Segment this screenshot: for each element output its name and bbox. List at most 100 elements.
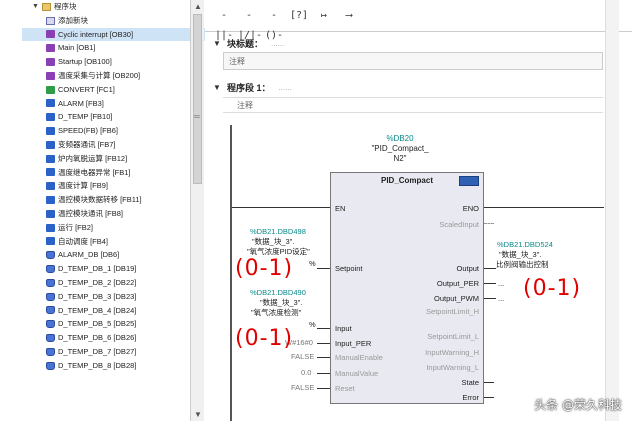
collapse-arrow-icon[interactable]: ▼ bbox=[32, 0, 42, 14]
no-contact-button[interactable]: -||- bbox=[213, 6, 235, 41]
block-comment-field[interactable]: 注释 bbox=[223, 52, 603, 70]
tree-item[interactable]: SPEED(FB) [FB6] bbox=[22, 124, 207, 138]
tree-item[interactable]: ALARM [FB3] bbox=[22, 97, 207, 111]
editor-scrollbar[interactable] bbox=[605, 0, 619, 421]
pin-reset[interactable]: Reset bbox=[335, 384, 355, 393]
pin-setpoint[interactable]: Setpoint bbox=[335, 264, 363, 273]
block-title-label: 块标题： bbox=[227, 38, 264, 49]
pin-input[interactable]: Input bbox=[335, 324, 352, 333]
tree-item-label: 温度采集与计算 [OB200] bbox=[58, 70, 141, 80]
annotation-setpoint-range: (0-1) bbox=[235, 256, 294, 281]
tree-item[interactable]: 温度采集与计算 [OB200] bbox=[22, 69, 207, 83]
output-pwm-operand[interactable]: ... bbox=[498, 294, 504, 303]
tree-item[interactable]: D_TEMP_DB_1 [DB19] bbox=[22, 262, 207, 276]
reset-operand[interactable]: FALSE bbox=[291, 383, 314, 392]
tree-item[interactable]: D_TEMP [FB10] bbox=[22, 110, 207, 124]
network-title-row[interactable]: ▼ 程序段 1： ...... bbox=[205, 80, 605, 94]
close-branch-button[interactable]: ⟶ bbox=[338, 6, 360, 26]
data-block-icon bbox=[46, 347, 55, 356]
pin-output[interactable]: Output bbox=[456, 264, 479, 273]
input-operand-name[interactable]: "氧气浓度检测" bbox=[251, 308, 301, 317]
fb-instance-label[interactable]: %DB20 "PID_Compact_ N2" bbox=[360, 134, 440, 164]
tree-item[interactable]: 温控模块数据转移 [FB11] bbox=[22, 193, 207, 207]
setpoint-wire bbox=[317, 268, 330, 269]
reset-wire bbox=[317, 388, 330, 389]
tree-item[interactable]: CONVERT [FC1] bbox=[22, 83, 207, 97]
output-operand-name[interactable]: 比例阀输出控制 bbox=[496, 260, 549, 269]
tree-item[interactable]: 温度继电器异常 [FB1] bbox=[22, 166, 207, 180]
output-per-operand[interactable]: ... bbox=[498, 279, 504, 288]
open-branch-button[interactable]: ↦ bbox=[313, 6, 335, 26]
tree-item[interactable]: D_TEMP_DB_7 [DB27] bbox=[22, 345, 207, 359]
pin-error[interactable]: Error bbox=[462, 393, 479, 402]
output-operand-db[interactable]: "数据_块_3". bbox=[499, 250, 541, 259]
pin-setpoint-limit-h[interactable]: SetpointLimit_H bbox=[426, 307, 479, 316]
pin-manual-enable[interactable]: ManualEnable bbox=[335, 353, 383, 362]
pin-input-warning-l[interactable]: InputWarning_L bbox=[426, 363, 479, 372]
input-operand-db[interactable]: "数据_块_3". bbox=[260, 298, 302, 307]
tree-scrollbar[interactable]: ▲ ═ ▼ bbox=[190, 0, 204, 421]
nc-contact-button[interactable]: -|/|- bbox=[238, 6, 262, 41]
tree-item[interactable]: Cyclic interrupt [OB30] bbox=[22, 27, 207, 42]
left-power-rail bbox=[230, 125, 232, 421]
setpoint-operand-name[interactable]: "氧气浓度PID设定" bbox=[247, 247, 310, 256]
block-title-row[interactable]: ▼ 块标题： ...... bbox=[205, 36, 605, 50]
organization-block-icon bbox=[46, 71, 55, 80]
collapse-caret-icon[interactable]: ▼ bbox=[213, 83, 223, 92]
network-comment-field[interactable]: 注释 bbox=[223, 97, 603, 113]
block-title-value[interactable]: ...... bbox=[271, 39, 284, 48]
setpoint-operand-db[interactable]: "数据_块_3". bbox=[252, 237, 294, 246]
tree-root-program-blocks[interactable]: ▼ 程序块 bbox=[22, 0, 207, 14]
pin-input-per[interactable]: Input_PER bbox=[335, 339, 371, 348]
tree-item[interactable]: 添加新块 bbox=[22, 14, 207, 28]
tree-item[interactable]: D_TEMP_DB_5 [DB25] bbox=[22, 317, 207, 331]
tree-item[interactable]: D_TEMP_DB_4 [DB24] bbox=[22, 304, 207, 318]
tree-item[interactable]: D_TEMP_DB_2 [DB22] bbox=[22, 276, 207, 290]
pin-output-pwm[interactable]: Output_PWM bbox=[434, 294, 479, 303]
network-title-value[interactable]: ...... bbox=[279, 83, 292, 92]
tree-item[interactable]: 变频器通讯 [FB7] bbox=[22, 138, 207, 152]
data-block-icon bbox=[46, 334, 55, 343]
empty-box-button[interactable]: [?] bbox=[288, 6, 310, 26]
tree-item[interactable]: ALARM_DB [DB6] bbox=[22, 248, 207, 262]
setpoint-operand-address[interactable]: %DB21.DBD498 bbox=[250, 227, 306, 236]
manual-enable-operand[interactable]: FALSE bbox=[291, 352, 314, 361]
tree-item[interactable]: D_TEMP_DB_3 [DB23] bbox=[22, 290, 207, 304]
function-block-icon bbox=[46, 237, 55, 246]
fb-tuning-icon[interactable] bbox=[459, 176, 479, 186]
tree-item[interactable]: D_TEMP_DB_8 [DB28] bbox=[22, 359, 207, 373]
tree-item-label: D_TEMP_DB_3 [DB23] bbox=[58, 291, 137, 301]
pin-setpoint-limit-l[interactable]: SetpointLimit_L bbox=[427, 332, 479, 341]
tree-item[interactable]: D_TEMP_DB_6 [DB26] bbox=[22, 331, 207, 345]
output-operand-address[interactable]: %DB21.DBD524 bbox=[497, 240, 553, 249]
pid-compact-block[interactable]: PID_Compact EN ENO ScaledInput Setpoint … bbox=[330, 172, 484, 404]
input-operand-address[interactable]: %DB21.DBD490 bbox=[250, 288, 306, 297]
tree-item-label: 运行 [FB2] bbox=[58, 222, 94, 232]
collapse-caret-icon[interactable]: ▼ bbox=[213, 39, 223, 48]
pin-en[interactable]: EN bbox=[335, 204, 345, 213]
tree-item[interactable]: 自动调度 [FB4] bbox=[22, 235, 207, 249]
function-block-icon bbox=[46, 99, 55, 108]
pin-manual-value[interactable]: ManualValue bbox=[335, 369, 378, 378]
pin-eno[interactable]: ENO bbox=[463, 204, 479, 213]
tree-item[interactable]: 温度计算 [FB9] bbox=[22, 179, 207, 193]
scroll-down-icon[interactable]: ▼ bbox=[194, 410, 202, 419]
tree-item[interactable]: 炉内氧脱运算 [FB12] bbox=[22, 152, 207, 166]
scrollbar-thumb[interactable] bbox=[193, 14, 202, 184]
tree-item[interactable]: 温控模块通讯 [FB8] bbox=[22, 207, 207, 221]
tree-item[interactable]: Main [OB1] bbox=[22, 41, 207, 55]
tree-item[interactable]: Startup [OB100] bbox=[22, 55, 207, 69]
ladder-editor: -||- -|/|- -()- [?] ↦ ⟶ ▼ 块标题： ...... 注释… bbox=[205, 0, 632, 421]
pin-output-per[interactable]: Output_PER bbox=[437, 279, 479, 288]
tree-item[interactable]: 运行 [FB2] bbox=[22, 221, 207, 235]
coil-button[interactable]: -()- bbox=[263, 6, 285, 41]
pin-state[interactable]: State bbox=[461, 378, 479, 387]
project-tree: ▼ 程序块 添加新块 Cyclic interrupt [OB30] Main [O… bbox=[22, 0, 208, 421]
pin-input-warning-h[interactable]: InputWarning_H bbox=[425, 348, 479, 357]
pin-scaled-input[interactable]: ScaledInput bbox=[439, 220, 479, 229]
splitter-grip-icon[interactable]: ═ bbox=[194, 112, 200, 121]
instance-db-tag: %DB20 bbox=[386, 134, 414, 143]
manual-value-operand[interactable]: 0.0 bbox=[301, 368, 311, 377]
scroll-up-icon[interactable]: ▲ bbox=[194, 2, 202, 11]
instance-name-line-1: "PID_Compact_ bbox=[371, 144, 429, 153]
